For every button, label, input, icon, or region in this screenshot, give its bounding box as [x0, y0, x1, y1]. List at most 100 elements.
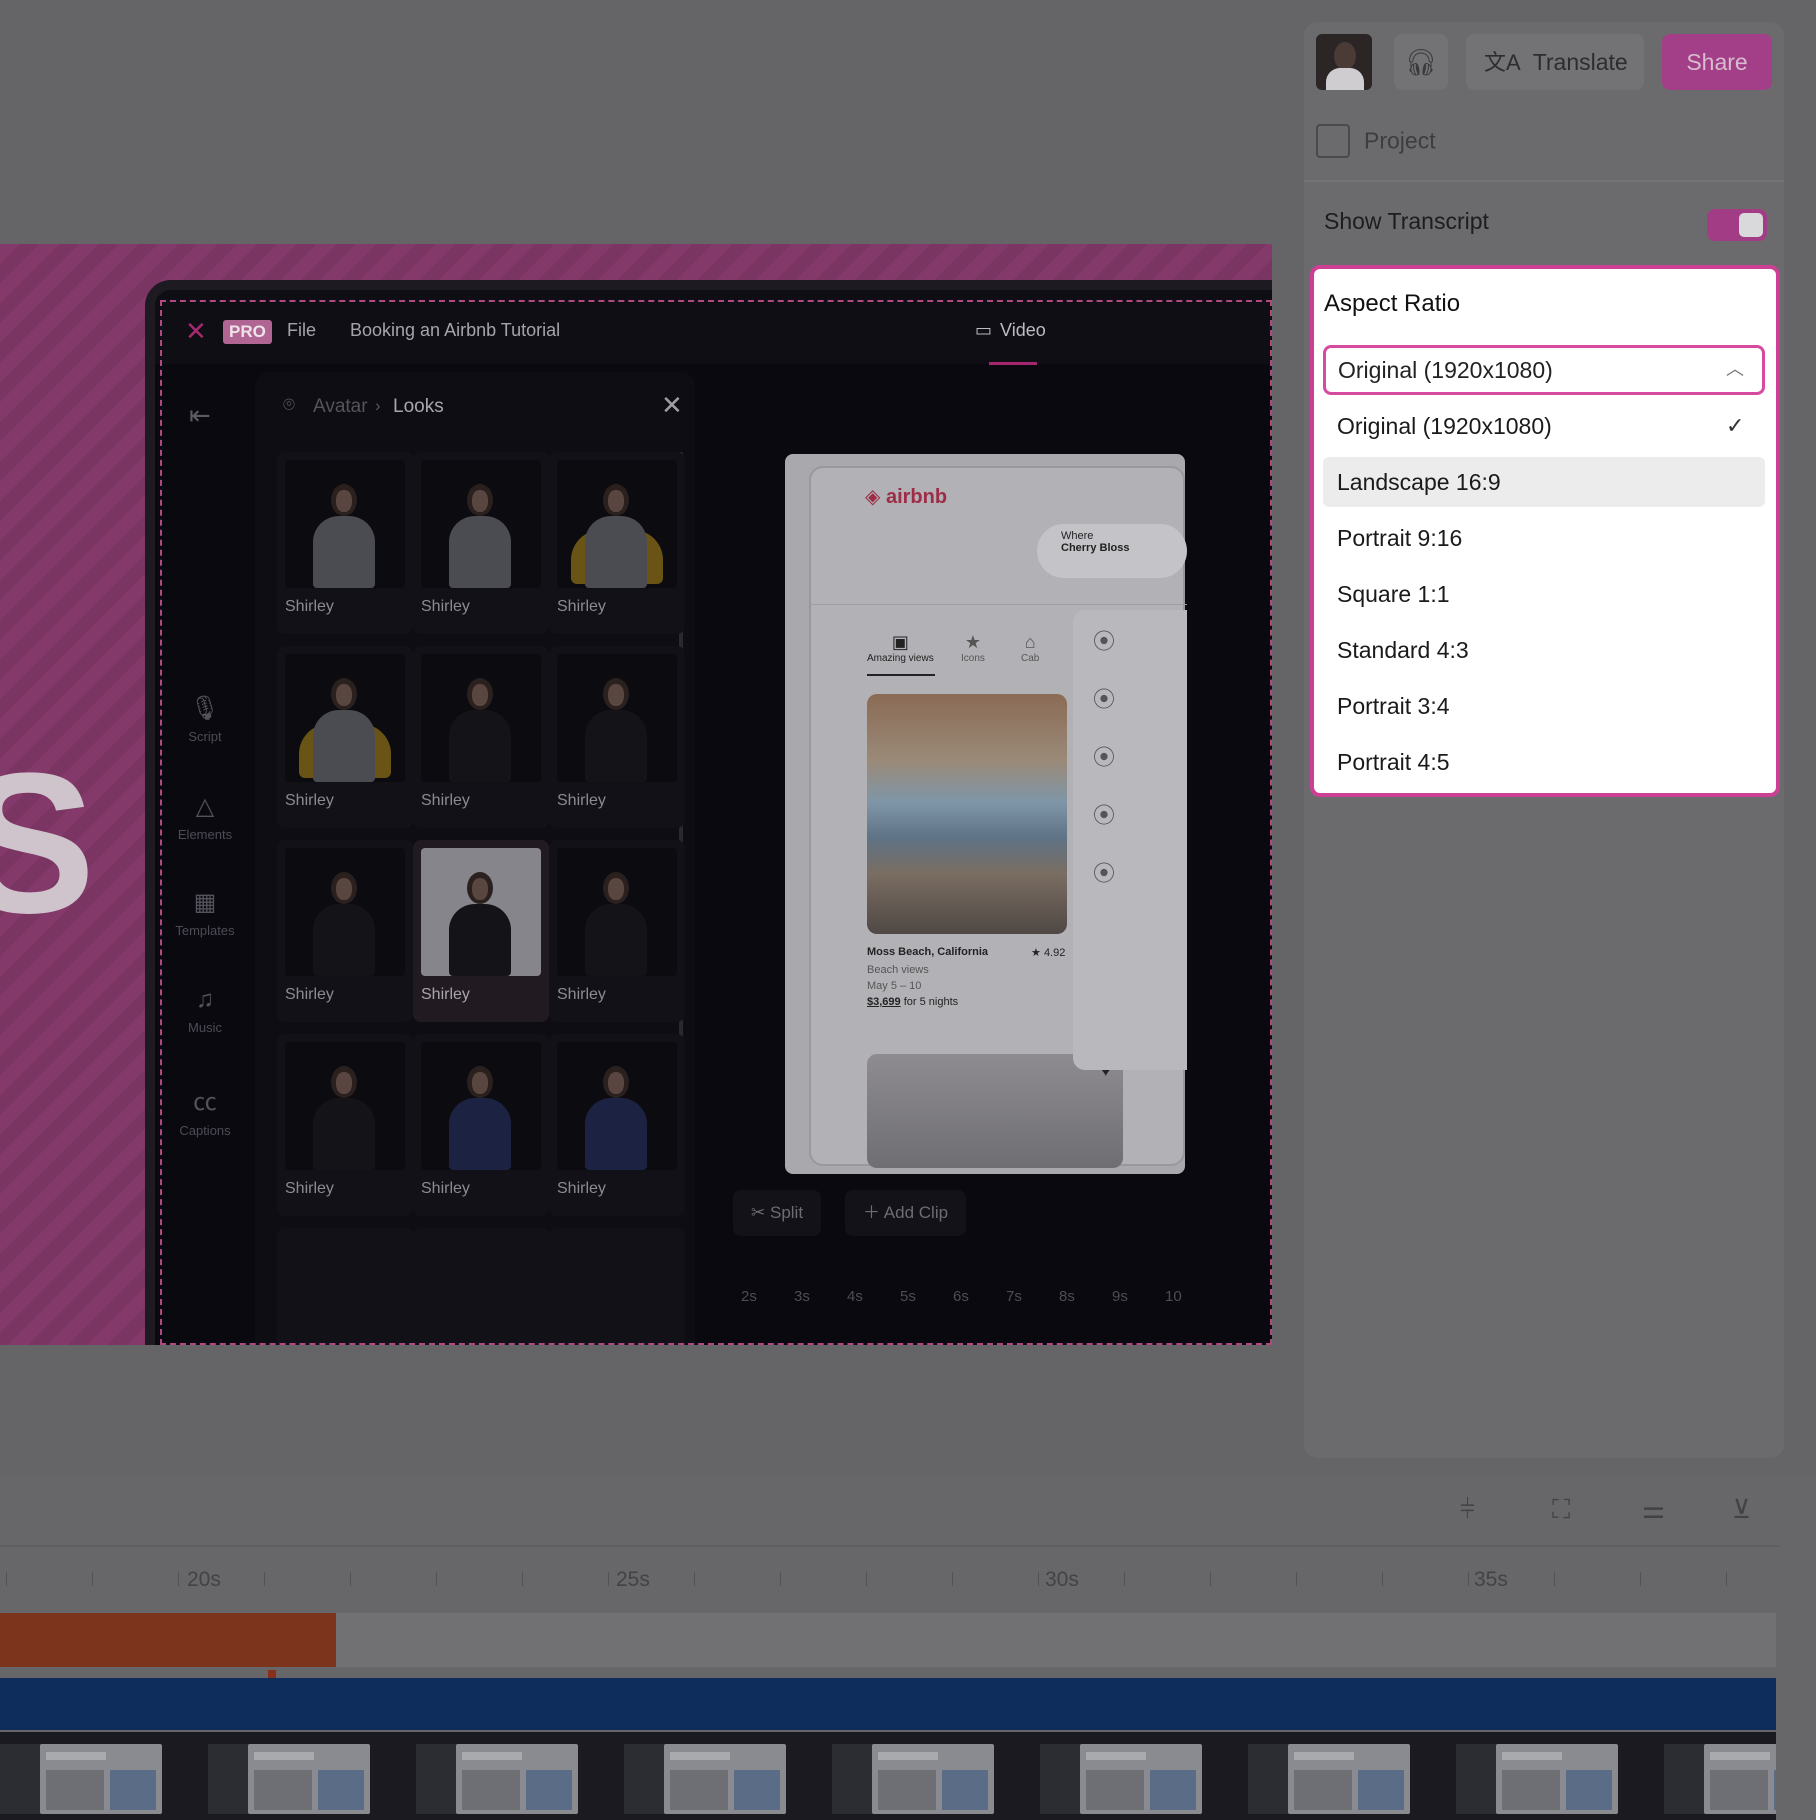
scale-tick: 9s: [1112, 1288, 1128, 1305]
timeline-minor-tick: [1726, 1572, 1727, 1586]
look-thumbnail: [421, 460, 541, 588]
timeline-tick-30s: 30s: [1045, 1568, 1079, 1591]
thumbnail-frame: [872, 1744, 994, 1814]
thumbnail-frame: [1080, 1744, 1202, 1814]
figure-face: [608, 684, 624, 706]
split-button: ✂ Split: [733, 1190, 822, 1236]
shapes-icon: △: [195, 793, 215, 820]
headphones-icon: 🎧︎: [1404, 47, 1438, 77]
look-name: Shirley: [557, 986, 606, 1003]
breadcrumb-separator-icon: ›: [375, 396, 381, 415]
figure-face: [336, 878, 352, 900]
figure-face: [472, 878, 488, 900]
look-name: Shirley: [285, 1180, 334, 1197]
thumbnail-detail: [1566, 1770, 1612, 1810]
timeline-minor-tick: [92, 1572, 93, 1586]
location-pin-icon: ⦿: [1093, 629, 1116, 654]
collapse-timeline-icon[interactable]: ⊻: [1732, 1494, 1751, 1525]
add-clip-button: ＋ Add Clip: [845, 1190, 967, 1236]
nav-templates-label: Templates: [175, 923, 235, 938]
figure-body: [313, 904, 375, 976]
timeline-minor-tick: [1640, 1572, 1641, 1586]
project-label: Project: [1364, 127, 1436, 154]
listing-title: Moss Beach, California: [867, 946, 989, 958]
plus-icon: ＋: [863, 1203, 880, 1222]
figure-face: [472, 490, 488, 512]
figure-body: [585, 1098, 647, 1170]
thumbnail-detail: [1774, 1770, 1776, 1810]
fullscreen-icon[interactable]: ⛶: [1552, 1494, 1570, 1526]
show-transcript-toggle[interactable]: [1707, 209, 1767, 241]
figure-body: [449, 710, 511, 782]
collapse-icon: ⇤: [189, 400, 211, 430]
avatar-body: [1326, 68, 1364, 90]
canvas-large-letter: S: [0, 732, 96, 955]
aspect-ratio-select[interactable]: Original (1920x1080): [1323, 345, 1765, 395]
look-name: Shirley: [421, 1180, 470, 1197]
avatar-head: [1334, 42, 1356, 70]
aspect-option-original[interactable]: Original (1920x1080): [1323, 401, 1765, 451]
pro-badge: PRO: [223, 320, 272, 344]
caption-track[interactable]: [0, 1678, 1776, 1730]
project-row[interactable]: Project: [1316, 124, 1436, 160]
translate-button[interactable]: 文A Translate: [1466, 34, 1644, 90]
look-thumbnail: [421, 848, 541, 976]
scale-tick: 8s: [1059, 1288, 1075, 1305]
location-pin-icon: ⦿: [1093, 687, 1116, 712]
aspect-option-portrait-3-4[interactable]: Portrait 3:4: [1323, 681, 1765, 731]
look-thumbnail: [421, 654, 541, 782]
location-pin-icon: ⦿: [1093, 861, 1116, 886]
video-tab-label: Video: [1000, 320, 1046, 340]
breadcrumb-avatar: Avatar: [313, 396, 368, 417]
thumbnail-detail: [46, 1770, 104, 1810]
thumbnail-detail: [878, 1752, 938, 1760]
tab-amazing-label: Amazing views: [867, 653, 934, 664]
timeline-minor-tick: [952, 1572, 953, 1586]
thumbnail-detail: [1294, 1752, 1354, 1760]
scissors-icon: ✂: [751, 1203, 766, 1222]
look-name: Shirley: [557, 1180, 606, 1197]
timeline-minor-tick: [1038, 1572, 1039, 1586]
share-button[interactable]: Share: [1662, 34, 1772, 90]
listing-price-value: $3,699: [867, 996, 901, 1008]
translate-label: Translate: [1532, 49, 1628, 75]
scale-tick: 4s: [847, 1288, 863, 1305]
listing-photo: [867, 694, 1067, 934]
nav-script-label: Script: [188, 729, 222, 744]
split-label: Split: [769, 1203, 804, 1222]
headphones-button[interactable]: 🎧︎: [1394, 34, 1448, 90]
translate-icon: 文A: [1484, 50, 1521, 75]
timeline-minor-tick: [866, 1572, 867, 1586]
video-thumbnail-track[interactable]: [0, 1732, 1776, 1820]
look-card: Shirley: [549, 646, 685, 828]
aspect-option-landscape-16-9[interactable]: Landscape 16:9: [1323, 457, 1765, 507]
search-where-label: Where: [1061, 530, 1094, 542]
scale-tick: 3s: [794, 1288, 810, 1305]
close-icon: ✕: [661, 390, 683, 420]
chevron-up-icon[interactable]: ︿: [1726, 355, 1744, 381]
look-card: Shirley: [277, 840, 413, 1022]
add-clip-label: Add Clip: [883, 1203, 949, 1222]
location-pin-icon: ⦿: [1093, 745, 1116, 770]
thumbnail-frame: [40, 1744, 162, 1814]
embedded-video-tab: ▭ Video: [975, 320, 1046, 341]
thumbnail-detail: [1150, 1770, 1196, 1810]
thumbnail-frame: [1704, 1744, 1776, 1814]
timeline-minor-tick: [608, 1572, 609, 1586]
playhead-marker[interactable]: [268, 1670, 276, 1678]
empty-track: [336, 1613, 1776, 1667]
audio-track-clip[interactable]: [0, 1613, 336, 1667]
timeline-minor-tick: [1296, 1572, 1297, 1586]
split-tool-icon[interactable]: ⫩: [1460, 1494, 1475, 1526]
aspect-option-portrait-9-16[interactable]: Portrait 9:16: [1323, 513, 1765, 563]
adjust-sliders-icon[interactable]: ⚌: [1642, 1494, 1665, 1525]
thumbnail-detail: [46, 1752, 106, 1760]
figure-face: [608, 878, 624, 900]
aspect-option-square-1-1[interactable]: Square 1:1: [1323, 569, 1765, 619]
thumbnail-detail: [942, 1770, 988, 1810]
aspect-option-standard-4-3[interactable]: Standard 4:3: [1323, 625, 1765, 675]
aspect-option-portrait-4-5[interactable]: Portrait 4:5: [1323, 737, 1765, 787]
figure-body: [313, 1098, 375, 1170]
avatar-button[interactable]: [1316, 34, 1372, 90]
video-canvas[interactable]: S ✕ PRO File Booking an Airbnb Tutorial …: [0, 244, 1272, 1345]
